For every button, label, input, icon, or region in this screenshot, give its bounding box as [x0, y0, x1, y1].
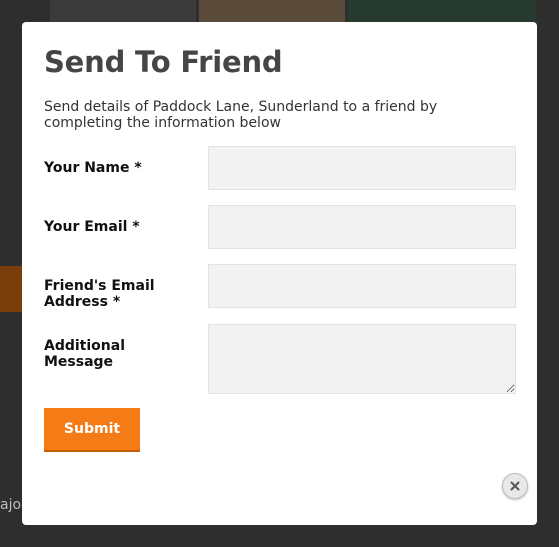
modal-intro-text: Send details of Paddock Lane, Sunderland…	[44, 99, 438, 131]
background-orange-block	[0, 266, 22, 312]
close-button[interactable]	[502, 473, 528, 499]
friends-email-input[interactable]	[208, 264, 516, 308]
background-thumbnail	[199, 0, 345, 22]
additional-message-textarea[interactable]	[208, 324, 516, 394]
friends-email-label: Friend's Email Address *	[44, 278, 155, 310]
background-thumbnail	[348, 0, 536, 22]
your-email-label: Your Email *	[44, 219, 140, 235]
your-name-input[interactable]	[208, 146, 516, 190]
your-name-label: Your Name *	[44, 160, 142, 176]
background-text: ajo	[0, 497, 22, 513]
modal-title: Send To Friend	[44, 45, 283, 79]
send-to-friend-modal: Send To Friend Send details of Paddock L…	[22, 22, 537, 525]
your-email-input[interactable]	[208, 205, 516, 249]
close-icon	[510, 481, 520, 491]
additional-message-label: Additional Message	[44, 338, 125, 370]
submit-button[interactable]: Submit	[44, 408, 140, 452]
background-thumbnail	[50, 0, 196, 22]
